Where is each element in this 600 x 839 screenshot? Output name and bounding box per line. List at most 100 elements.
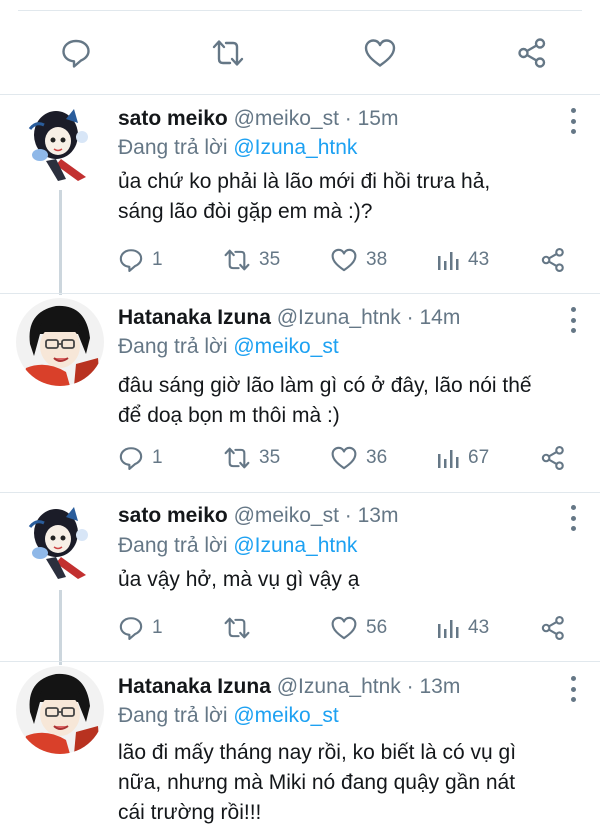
like-icon [331, 248, 357, 272]
tweet-actions: 1 56 43 [118, 613, 588, 643]
tweet-text: đâu sáng giờ lão làm gì có ở đây, lão nó… [118, 371, 578, 431]
view-count: 43 [468, 249, 490, 270]
share-icon [541, 615, 564, 641]
tweet[interactable]: Hatanaka Izuna @Izuna_htnk · 14m Đang tr… [0, 294, 600, 492]
tweet[interactable]: sato meiko @meiko_st · 15m Đang trả lời … [0, 95, 600, 293]
reply-button[interactable]: 1 [118, 443, 163, 473]
share-icon [541, 247, 564, 273]
reply-context: Đang trả lời @meiko_st [118, 703, 339, 729]
avatar[interactable] [16, 666, 104, 754]
more-options-icon[interactable] [566, 676, 580, 702]
tweet-header: Hatanaka Izuna @Izuna_htnk · 14m [118, 305, 460, 331]
retweet-icon [212, 40, 244, 66]
mention-link[interactable]: @meiko_st [233, 704, 338, 727]
reply-context: Đang trả lời @meiko_st [118, 334, 339, 360]
view-count: 43 [468, 617, 490, 638]
like-icon [331, 616, 357, 640]
share-button[interactable] [540, 613, 566, 643]
like-count: 36 [366, 447, 388, 468]
avatar[interactable] [16, 497, 104, 585]
display-name[interactable]: sato meiko [118, 504, 228, 527]
tweet[interactable]: Hatanaka Izuna @Izuna_htnk · 13m Đang tr… [0, 662, 600, 839]
share-button[interactable] [509, 30, 555, 76]
analytics-button[interactable]: 43 [436, 245, 489, 275]
like-icon [364, 39, 396, 67]
tweet-text: ủa chứ ko phải là lão mới đi hồi trưa hả… [118, 167, 578, 227]
reply-prefix: Đang trả lời [118, 704, 234, 727]
handle[interactable]: @Izuna_htnk [277, 675, 401, 698]
reply-prefix: Đang trả lời [118, 534, 234, 557]
analytics-icon [438, 620, 459, 638]
tweet[interactable]: sato meiko @meiko_st · 13m Đang trả lời … [0, 493, 600, 661]
handle[interactable]: @meiko_st [234, 504, 339, 527]
reply-prefix: Đang trả lời [118, 136, 234, 159]
avatar[interactable] [16, 298, 104, 386]
reply-context: Đang trả lời @Izuna_htnk [118, 135, 357, 161]
retweet-count: 35 [259, 447, 281, 468]
reply-button[interactable]: 1 [118, 613, 163, 643]
analytics-icon [438, 450, 459, 468]
mention-link[interactable]: @Izuna_htnk [233, 534, 357, 557]
retweet-icon [224, 617, 250, 639]
mention-link[interactable]: @meiko_st [233, 335, 338, 358]
like-count: 38 [366, 249, 388, 270]
timestamp: · 14m [400, 306, 461, 329]
handle[interactable]: @meiko_st [234, 107, 339, 130]
reply-button[interactable] [53, 30, 99, 76]
like-icon [331, 446, 357, 470]
more-options-icon[interactable] [566, 505, 580, 531]
retweet-icon [224, 447, 250, 469]
tweet-text-line: ủa vậy hở, mà vụ gì vậy ạ [118, 568, 360, 591]
tweet-text: lão đi mấy tháng nay rồi, ko biết là có … [118, 738, 578, 828]
top-divider [18, 10, 582, 11]
reply-icon [119, 249, 143, 273]
retweet-button[interactable] [205, 30, 251, 76]
reply-button[interactable]: 1 [118, 245, 163, 275]
like-button[interactable]: 36 [330, 443, 387, 473]
tweet-header: sato meiko @meiko_st · 15m [118, 106, 398, 132]
reply-icon [119, 617, 143, 641]
retweet-button[interactable]: 35 [223, 443, 280, 473]
handle[interactable]: @Izuna_htnk [277, 306, 401, 329]
display-name[interactable]: sato meiko [118, 107, 228, 130]
tweet-text-line: lão đi mấy tháng nay rồi, ko biết là có … [118, 741, 517, 764]
view-count: 67 [468, 447, 490, 468]
retweet-icon [224, 249, 250, 271]
more-options-icon[interactable] [566, 108, 580, 134]
tweet-actions: 1 35 38 43 [118, 245, 588, 275]
retweet-count: 35 [259, 249, 281, 270]
reply-prefix: Đang trả lời [118, 335, 234, 358]
like-button[interactable] [357, 30, 403, 76]
mention-link[interactable]: @Izuna_htnk [233, 136, 357, 159]
display-name[interactable]: Hatanaka Izuna [118, 306, 271, 329]
reply-count: 1 [152, 249, 163, 270]
share-button[interactable] [540, 443, 566, 473]
tweet-text-line: nữa, nhưng mà Miki nó đang quậy gần nát [118, 771, 516, 794]
share-icon [518, 38, 546, 68]
display-name[interactable]: Hatanaka Izuna [118, 675, 271, 698]
tweet-header: Hatanaka Izuna @Izuna_htnk · 13m [118, 674, 460, 700]
share-button[interactable] [540, 245, 566, 275]
analytics-icon [438, 252, 459, 270]
retweet-button[interactable]: 35 [223, 245, 280, 275]
timestamp: · 15m [338, 107, 399, 130]
reply-context: Đang trả lời @Izuna_htnk [118, 533, 357, 559]
share-icon [541, 445, 564, 471]
tweet-text-line: ủa chứ ko phải là lão mới đi hồi trưa hả… [118, 170, 491, 193]
like-count: 56 [366, 617, 388, 638]
retweet-button[interactable] [223, 613, 259, 643]
tweet-text-line: cái trường rồi!!! [118, 801, 262, 824]
analytics-button[interactable]: 43 [436, 613, 489, 643]
timestamp: · 13m [338, 504, 399, 527]
avatar[interactable] [16, 99, 104, 187]
tweet-text: ủa vậy hở, mà vụ gì vậy ạ [118, 565, 578, 595]
like-button[interactable]: 38 [330, 245, 387, 275]
reply-count: 1 [152, 447, 163, 468]
tweet-text-line: sáng lão đòi gặp em mà :)? [118, 200, 373, 223]
analytics-button[interactable]: 67 [436, 443, 489, 473]
reply-icon [62, 39, 90, 68]
tweet-text-line: đâu sáng giờ lão làm gì có ở đây, lão nó… [118, 374, 532, 397]
more-options-icon[interactable] [566, 307, 580, 333]
like-button[interactable]: 56 [330, 613, 387, 643]
tweet-actions: 1 35 36 67 [118, 443, 588, 473]
